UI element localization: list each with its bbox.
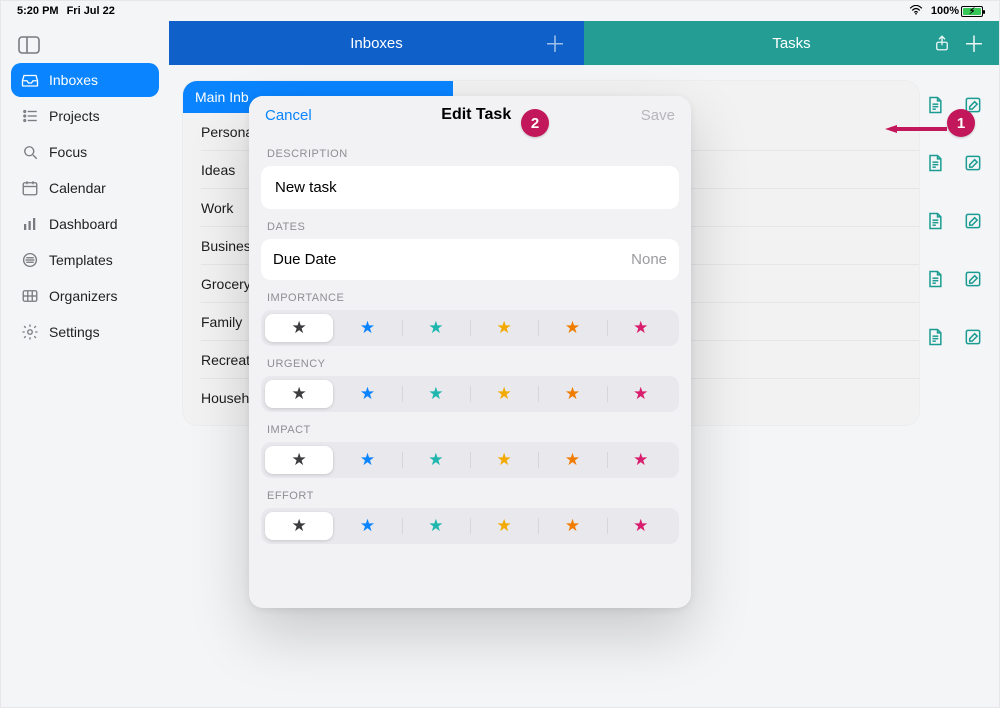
battery-percent-text: 100%: [931, 5, 959, 17]
sidebar-item-label: Focus: [49, 144, 87, 160]
section-urgency-label: URGENCY: [267, 358, 673, 370]
popover-title: Edit Task: [441, 106, 511, 124]
callout-two: 2: [521, 109, 549, 137]
description-field[interactable]: [261, 166, 679, 209]
importance-level-1[interactable]: ★: [265, 314, 333, 342]
grid-icon: [21, 287, 39, 305]
section-effort-label: EFFORT: [267, 490, 673, 502]
effort-level-1[interactable]: ★: [265, 512, 333, 540]
impact-level-1[interactable]: ★: [265, 446, 333, 474]
battery-percent: 100% ⚡︎: [931, 5, 983, 17]
gear-icon: [21, 323, 39, 341]
status-bar: 5:20 PM Fri Jul 22 100% ⚡︎: [1, 1, 999, 21]
sidebar-item-label: Projects: [49, 108, 100, 124]
sidebar-item-projects[interactable]: Projects: [11, 99, 159, 133]
wifi-icon: [909, 5, 923, 18]
impact-level-5[interactable]: ★: [538, 446, 606, 474]
impact-level-3[interactable]: ★: [402, 446, 470, 474]
effort-level-5[interactable]: ★: [538, 512, 606, 540]
sidebar-item-templates[interactable]: Templates: [11, 243, 159, 277]
due-date-value: None: [631, 251, 667, 268]
impact-level-4[interactable]: ★: [470, 446, 538, 474]
impact-level-2[interactable]: ★: [333, 446, 401, 474]
importance-level-6[interactable]: ★: [607, 314, 675, 342]
cancel-button[interactable]: Cancel: [265, 107, 312, 124]
callout-two-number: 2: [531, 115, 539, 132]
section-impact-label: IMPACT: [267, 424, 673, 436]
importance-level-3[interactable]: ★: [402, 314, 470, 342]
importance-level-5[interactable]: ★: [538, 314, 606, 342]
callout-one-number: 1: [957, 115, 965, 132]
clock-date: Fri Jul 22: [67, 5, 115, 17]
urgency-level-4[interactable]: ★: [470, 380, 538, 408]
sidebar-item-dashboard[interactable]: Dashboard: [11, 207, 159, 241]
due-date-row[interactable]: Due Date None: [261, 239, 679, 280]
sidebar: Inboxes Projects Focus Calendar Dashboar…: [1, 21, 169, 707]
section-dates-label: DATES: [267, 221, 673, 233]
section-importance-label: IMPORTANCE: [267, 292, 673, 304]
importance-level-4[interactable]: ★: [470, 314, 538, 342]
due-date-label: Due Date: [273, 251, 336, 268]
bars-icon: [21, 215, 39, 233]
effort-level-3[interactable]: ★: [402, 512, 470, 540]
urgency-selector[interactable]: ★ ★ ★ ★ ★ ★: [261, 376, 679, 412]
importance-selector[interactable]: ★ ★ ★ ★ ★ ★: [261, 310, 679, 346]
urgency-level-6[interactable]: ★: [607, 380, 675, 408]
sidebar-item-label: Inboxes: [49, 72, 98, 88]
effort-level-2[interactable]: ★: [333, 512, 401, 540]
effort-level-6[interactable]: ★: [607, 512, 675, 540]
templates-icon: [21, 251, 39, 269]
urgency-level-1[interactable]: ★: [265, 380, 333, 408]
save-button[interactable]: Save: [641, 107, 675, 124]
sidebar-item-settings[interactable]: Settings: [11, 315, 159, 349]
callout-one: 1: [947, 109, 975, 137]
sidebar-item-label: Settings: [49, 324, 100, 340]
magnify-icon: [21, 143, 39, 161]
sidebar-item-label: Dashboard: [49, 216, 118, 232]
sidebar-item-calendar[interactable]: Calendar: [11, 171, 159, 205]
sidebar-toggle-icon[interactable]: [17, 33, 41, 53]
sidebar-item-label: Calendar: [49, 180, 106, 196]
sidebar-item-organizers[interactable]: Organizers: [11, 279, 159, 313]
calendar-icon: [21, 179, 39, 197]
callout-one-arrow: [885, 120, 947, 128]
sidebar-item-focus[interactable]: Focus: [11, 135, 159, 169]
sidebar-item-inboxes[interactable]: Inboxes: [11, 63, 159, 97]
sidebar-item-label: Templates: [49, 252, 113, 268]
sidebar-item-label: Organizers: [49, 288, 117, 304]
impact-selector[interactable]: ★ ★ ★ ★ ★ ★: [261, 442, 679, 478]
edit-task-popover: Cancel Edit Task Save DESCRIPTION DATES …: [249, 96, 691, 608]
battery-icon: ⚡︎: [961, 6, 983, 17]
impact-level-6[interactable]: ★: [607, 446, 675, 474]
urgency-level-2[interactable]: ★: [333, 380, 401, 408]
clock-time: 5:20 PM: [17, 5, 59, 17]
effort-level-4[interactable]: ★: [470, 512, 538, 540]
description-input[interactable]: [273, 178, 667, 197]
tray-icon: [21, 71, 39, 89]
effort-selector[interactable]: ★ ★ ★ ★ ★ ★: [261, 508, 679, 544]
urgency-level-3[interactable]: ★: [402, 380, 470, 408]
section-description-label: DESCRIPTION: [267, 148, 673, 160]
urgency-level-5[interactable]: ★: [538, 380, 606, 408]
list-icon: [21, 107, 39, 125]
importance-level-2[interactable]: ★: [333, 314, 401, 342]
